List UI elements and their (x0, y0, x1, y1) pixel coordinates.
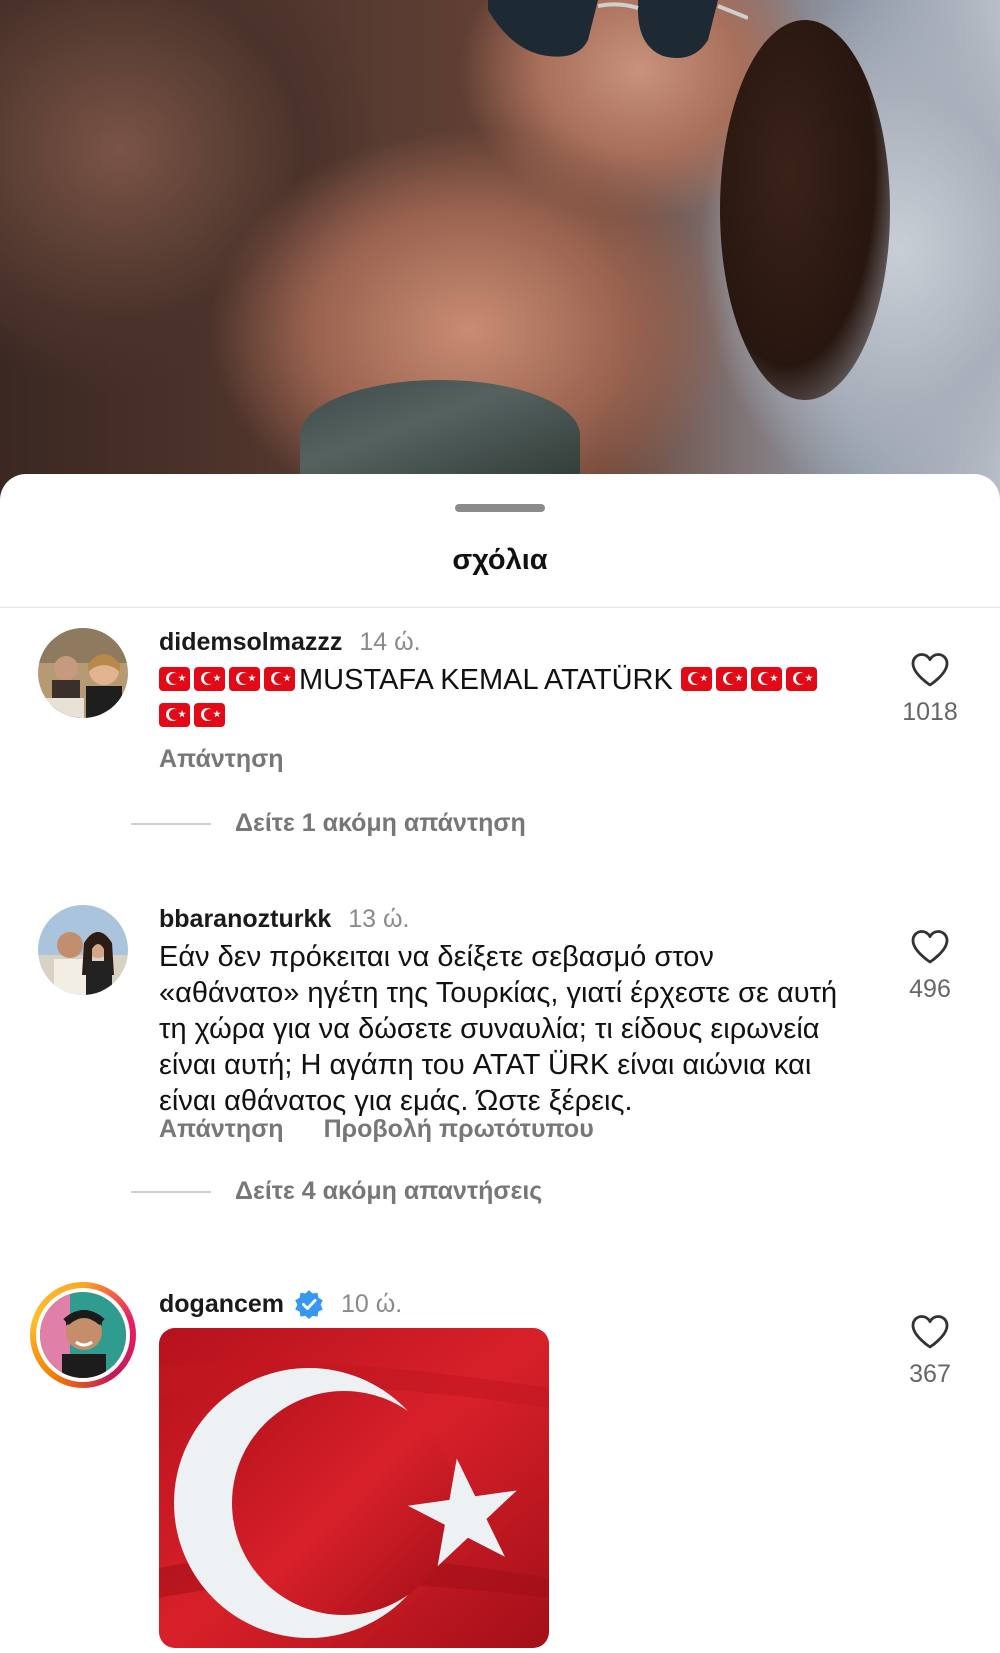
flag-emoji (194, 703, 225, 727)
avatar[interactable] (36, 1288, 130, 1382)
comment-actions: Απάντηση Προβολή πρωτότυπου (159, 1115, 594, 1144)
flag-emoji (159, 667, 190, 691)
flag-emoji (194, 667, 225, 691)
like-control: 496 (890, 929, 970, 1004)
flag-emoji (229, 667, 260, 691)
comment-time: 14 ώ. (359, 627, 421, 656)
comment-meta: bbaranozturkk 13 ώ. (159, 901, 409, 937)
comment-meta: dogancem 10 ώ. (159, 1286, 402, 1322)
like-count: 496 (909, 975, 951, 1003)
comment-username[interactable]: didemsolmazzz (159, 628, 342, 657)
flag-emoji (715, 667, 747, 691)
avatar[interactable] (38, 628, 128, 718)
comment-username[interactable]: bbaranozturkk (159, 905, 331, 934)
view-more-replies[interactable]: Δείτε 1 ακόμη απάντηση (131, 809, 526, 838)
photo-hair (720, 20, 890, 400)
avatar-image (38, 628, 128, 718)
like-control: 367 (890, 1314, 970, 1389)
verified-badge-icon (295, 1290, 323, 1319)
comment-time: 13 ώ. (348, 904, 410, 933)
flag-emoji (159, 703, 190, 727)
heart-icon[interactable] (910, 652, 950, 688)
heart-icon[interactable] (910, 1314, 950, 1350)
view-original-button[interactable]: Προβολή πρωτότυπου (324, 1115, 594, 1144)
sheet-title: σχόλια (452, 544, 548, 576)
flag-emoji (785, 667, 817, 691)
post-photo (0, 0, 1000, 520)
like-control: 1018 (890, 652, 970, 727)
comment-meta: didemsolmazzz 14 ώ. (159, 624, 421, 660)
like-count: 1018 (902, 698, 958, 726)
comments-sheet: σχόλια didemsolmazzz 14 ώ. MUSTAFA KEMAL… (0, 474, 1000, 1653)
flag-emoji (680, 667, 712, 691)
comment-media-image[interactable] (159, 1328, 549, 1648)
flag-emoji (750, 667, 782, 691)
comment-text: Εάν δεν πρόκειται να δείξετε σεβασμό στο… (159, 941, 838, 1117)
view-more-replies-label[interactable]: Δείτε 1 ακόμη απάντηση (235, 809, 526, 838)
avatar[interactable] (38, 905, 128, 995)
header-divider (0, 607, 1000, 608)
flag-emoji (264, 667, 295, 691)
avatar-image (40, 1292, 126, 1378)
comment-username[interactable]: dogancem (159, 1290, 284, 1319)
comment-actions: Απάντηση (159, 745, 284, 774)
comment-text-main: MUSTAFA KEMAL ATATÜRK (299, 664, 673, 696)
reply-button[interactable]: Απάντηση (159, 1115, 284, 1144)
sheet-drag-handle[interactable] (455, 504, 545, 512)
heart-icon[interactable] (910, 929, 950, 965)
view-more-replies-label[interactable]: Δείτε 4 ακόμη απαντήσεις (235, 1177, 542, 1206)
replies-line (131, 1190, 211, 1193)
turkish-flag-image (159, 1328, 549, 1648)
like-count: 367 (909, 1360, 951, 1388)
view-more-replies[interactable]: Δείτε 4 ακόμη απαντήσεις (131, 1177, 542, 1206)
replies-line (131, 822, 211, 825)
avatar-story-ring[interactable] (30, 1282, 136, 1388)
reply-button[interactable]: Απάντηση (159, 745, 284, 774)
comment-time: 10 ώ. (341, 1289, 403, 1318)
avatar-image (38, 905, 128, 995)
comment-text: MUSTAFA KEMAL ATATÜRK (159, 662, 859, 734)
photo-sunglasses (488, 0, 748, 58)
